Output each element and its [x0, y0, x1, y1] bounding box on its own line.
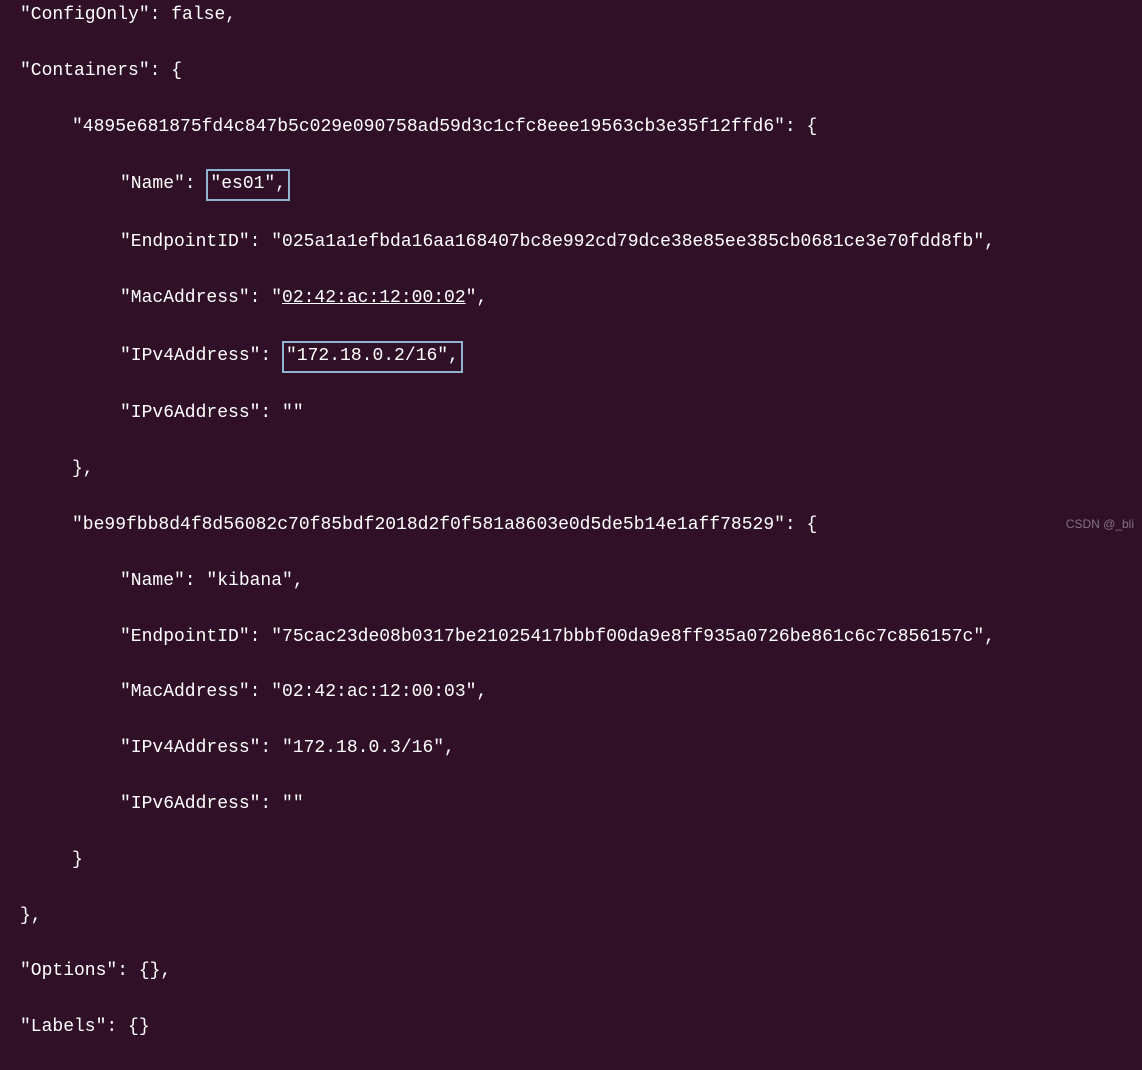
json-line: "Containers": { — [0, 58, 1142, 86]
container-endpoint-line: "EndpointID": "025a1a1efbda16aa168407bc8… — [0, 229, 1142, 257]
container-endpoint-line: "EndpointID": "75cac23de08b0317be2102541… — [0, 624, 1142, 652]
container-id: "be99fbb8d4f8d56082c70f85bdf2018d2f0f581… — [0, 512, 1142, 540]
json-line: "ConfigOnly": false, — [0, 2, 1142, 30]
json-line: "Options": {}, — [0, 958, 1142, 986]
mac-underlined: 02:42:ac:12:00:02 — [282, 288, 466, 308]
watermark: CSDN @_bli — [1066, 515, 1134, 534]
container-ipv4-line: "IPv4Address": "172.18.0.3/16", — [0, 735, 1142, 763]
json-line: }, — [0, 903, 1142, 931]
highlight-ipv4-es01: "172.18.0.2/16", — [282, 341, 463, 373]
json-line: "Labels": {} — [0, 1014, 1142, 1042]
container-name-line: "Name": "es01", — [0, 169, 1142, 201]
highlight-name-es01: "es01", — [206, 169, 290, 201]
container-ipv6-line: "IPv6Address": "" — [0, 400, 1142, 428]
container-ipv6-line: "IPv6Address": "" — [0, 791, 1142, 819]
container-ipv4-line: "IPv4Address": "172.18.0.2/16", — [0, 341, 1142, 373]
container-name-line: "Name": "kibana", — [0, 568, 1142, 596]
json-line: }, — [0, 456, 1142, 484]
container-mac-line: "MacAddress": "02:42:ac:12:00:03", — [0, 679, 1142, 707]
terminal-output: "ConfigOnly": false, "Containers": { "48… — [0, 2, 1142, 1070]
container-id: "4895e681875fd4c847b5c029e090758ad59d3c1… — [0, 114, 1142, 142]
container-mac-line: "MacAddress": "02:42:ac:12:00:02", — [0, 285, 1142, 313]
json-line: } — [0, 847, 1142, 875]
